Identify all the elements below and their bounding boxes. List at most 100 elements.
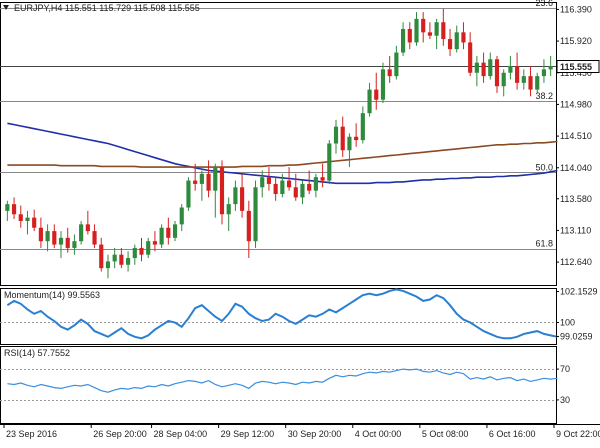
candle-body [374, 89, 379, 100]
candle-body [508, 66, 513, 73]
rsi-tick-label: 30 [560, 395, 570, 405]
candle-body [266, 177, 272, 184]
price-tick-label: 114.510 [560, 131, 592, 141]
candle-body [159, 227, 164, 245]
fib-level-label: 61.8 [535, 239, 553, 249]
candle-body [45, 231, 50, 242]
candle-body [132, 247, 137, 259]
candle-body [52, 231, 57, 245]
candle-body [99, 244, 104, 269]
time-tick-label: 28 Sep 04:00 [154, 429, 208, 439]
candle-body [528, 76, 533, 90]
candle-body [394, 52, 399, 77]
price-tick-label: 116.390 [560, 4, 592, 14]
candle-body [380, 69, 386, 100]
candle-body [515, 66, 520, 83]
candle-body [105, 261, 111, 269]
candle-body [488, 59, 493, 77]
candle-body [32, 217, 37, 228]
price-tick-label: 114.980 [560, 99, 592, 109]
candle-body [340, 126, 345, 151]
candle-body [112, 254, 117, 262]
time-tick-label: 30 Sep 20:00 [288, 429, 342, 439]
time-tick-label: 6 Oct 16:00 [489, 429, 536, 439]
candle-body [535, 76, 540, 90]
candle-body [85, 224, 90, 232]
candle-body [441, 22, 446, 40]
symbol-header: EURJPY,H4 115.551 115.729 115.508 115.55… [14, 3, 200, 13]
candle-body [461, 32, 466, 43]
candle-body [246, 210, 251, 242]
candle-body [38, 227, 43, 242]
candle-body [414, 18, 419, 43]
time-axis: 23 Sep 2016 26 Sep 20:00 28 Sep 04:00 29 Se… [3, 424, 600, 439]
candle-body [172, 224, 178, 238]
candle-body [501, 72, 506, 87]
candle-body [521, 76, 526, 83]
candle-body [206, 173, 211, 191]
candle-body [126, 258, 131, 265]
rsi-pane: 70 30 RSI(14) 57.7552 [0, 348, 570, 405]
candle-body [421, 18, 426, 33]
rsi-series [7, 368, 558, 393]
candle-body [253, 187, 258, 242]
candle-body [474, 62, 479, 73]
candle-body [146, 241, 151, 255]
dropdown-triangle-icon[interactable] [3, 5, 9, 10]
candle-body [481, 62, 486, 77]
candle-body [468, 42, 473, 73]
time-tick-label: 9 Oct 22:00 [556, 429, 600, 439]
candle-body [367, 89, 372, 114]
candle-body [387, 69, 392, 77]
price-grid [0, 8, 556, 250]
candle-body [92, 231, 97, 245]
momentum-tick-label: 99.0259 [560, 331, 593, 341]
candle-body [354, 136, 359, 141]
candle-body [300, 183, 305, 198]
candle-body [320, 177, 325, 181]
candle-body [5, 204, 10, 211]
candle-body [333, 126, 339, 144]
candle-body [427, 32, 432, 36]
momentum-axis: 102.1529 100 99.0259 [556, 287, 598, 341]
time-tick-label: 29 Sep 12:00 [221, 429, 275, 439]
candle-body [548, 66, 553, 70]
candle-body [11, 204, 17, 215]
candle-body [152, 241, 157, 245]
candle-body [25, 217, 30, 221]
candle-body [226, 204, 231, 215]
fib-labels: 23.6 38.2 50.0 61.8 [535, 0, 553, 249]
candle-body [434, 22, 439, 36]
candle-body [65, 237, 70, 248]
candle-body [199, 173, 204, 184]
rsi-line [7, 368, 558, 393]
price-tick-label: 114.040 [560, 163, 592, 173]
candle-body [273, 183, 278, 195]
candle-body [240, 187, 245, 211]
candle-body [407, 28, 412, 43]
candle-body [293, 187, 298, 198]
price-pane: 116.390115.920115.450114.980114.510114.0… [0, 0, 600, 279]
time-tick-label: 26 Sep 20:00 [93, 429, 147, 439]
time-tick-label: 23 Sep 2016 [6, 429, 57, 439]
candle-body [72, 241, 77, 248]
candle-body [58, 237, 64, 245]
momentum-title: Momentum(14) 99.5563 [4, 290, 100, 300]
price-tick-label: 113.110 [560, 225, 591, 235]
candle-body [193, 180, 198, 184]
candle-body [18, 214, 23, 221]
rsi-axis: 70 30 [556, 364, 570, 405]
fib-level-label: 50.0 [535, 162, 553, 172]
candle-body [79, 224, 84, 242]
momentum-tick-label: 100 [560, 317, 575, 327]
candle-body [541, 69, 547, 77]
current-price-label: 115.555 [560, 62, 592, 72]
candle-body [179, 207, 184, 225]
candle-body [139, 247, 144, 255]
candle-body [166, 227, 171, 238]
candle-body [447, 39, 453, 50]
candle-body [119, 254, 124, 265]
rsi-title: RSI(14) 57.7552 [4, 348, 70, 358]
candle-body [186, 180, 191, 208]
momentum-tick-label: 102.1529 [560, 287, 598, 297]
